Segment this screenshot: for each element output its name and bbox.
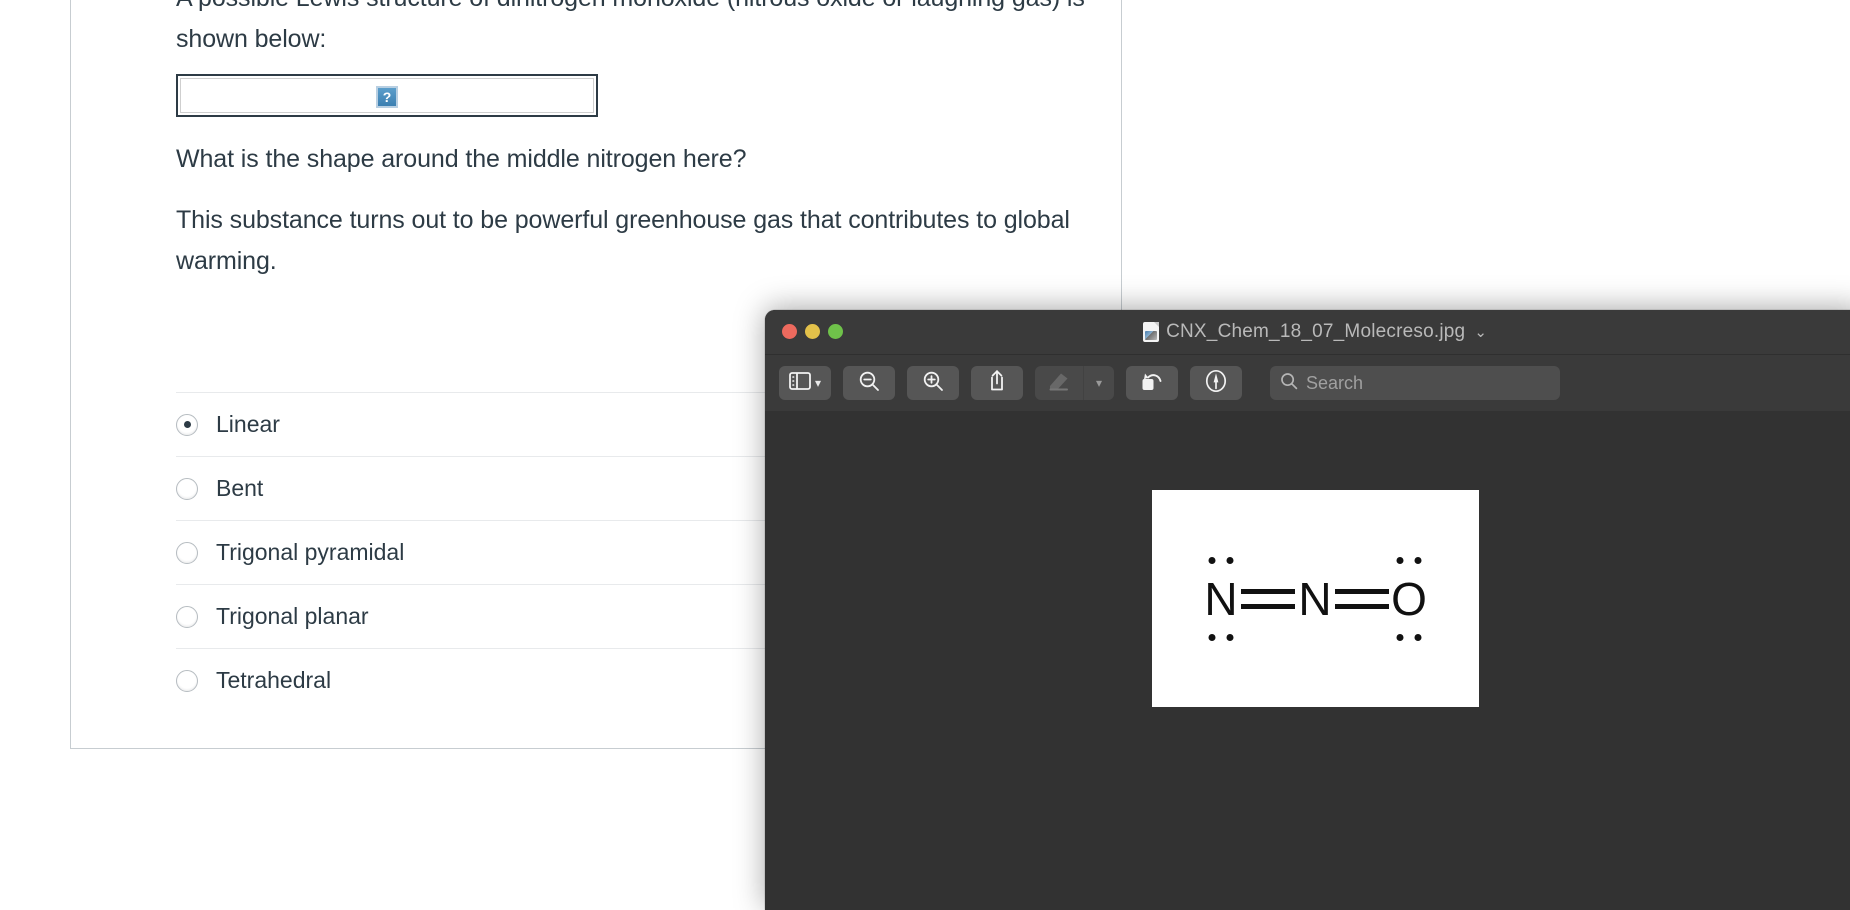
window-title-text: CNX_Chem_18_07_Molecreso.jpg [1166,321,1466,342]
atom-symbol: N [1298,572,1332,625]
atom-symbol: N [1204,572,1238,625]
lone-pair-bottom-left-n [1208,633,1234,641]
double-bond-left [1241,588,1295,609]
maximize-window-button[interactable] [828,324,843,339]
search-field[interactable]: Search [1270,366,1561,400]
close-window-button[interactable] [782,324,797,339]
document-file-icon [1143,322,1160,342]
radio-button-tetrahedral[interactable] [176,669,198,692]
lone-pair-bottom-oxygen [1396,633,1422,641]
search-placeholder-text: Search [1306,372,1364,393]
question-body: A possible Lewis structure of dinitrogen… [176,0,1161,302]
broken-image-inner-frame: ? [180,78,594,113]
radio-button-trigonal-pyramidal[interactable] [176,541,198,564]
electron-dot [1226,556,1234,564]
sidebar-icon [789,371,811,395]
atom-symbol: O [1391,572,1427,625]
answer-label: Bent [216,475,264,501]
electron-dot [1414,556,1422,564]
lone-pair-top-left-n [1208,556,1234,564]
window-title-group: CNX_Chem_18_07_Molecreso.jpg ⌄ [765,310,1850,354]
search-icon [1280,372,1298,395]
electron-dot [1208,633,1216,641]
window-traffic-lights [782,324,843,339]
preview-toolbar: ▾ ▾ Search [765,355,1850,412]
rotate-button[interactable] [1126,366,1179,400]
minimize-window-button[interactable] [805,324,820,339]
broken-image-placeholder[interactable]: ? [176,74,598,117]
zoom-in-button[interactable] [907,366,959,400]
electron-dot [1396,556,1404,564]
preview-app-window[interactable]: CNX_Chem_18_07_Molecreso.jpg ⌄ ▾ ▾ Searc… [765,310,1850,910]
sidebar-toggle-button[interactable]: ▾ [779,366,831,400]
lone-pair-top-oxygen [1396,556,1422,564]
atom-oxygen-right: O [1391,556,1427,641]
electron-dot [1396,633,1404,641]
highlighter-button[interactable] [1035,366,1083,400]
radio-button-bent[interactable] [176,477,198,500]
zoom-out-icon [858,370,880,397]
annotate-pen-icon [1204,369,1228,398]
electron-dot [1414,633,1422,641]
answer-label: Linear [216,411,280,437]
atom-nitrogen-middle: N [1297,576,1333,622]
chevron-down-icon: ▾ [814,376,822,390]
chevron-down-icon[interactable]: ⌄ [1474,323,1487,341]
rotate-left-icon [1140,370,1164,397]
question-prompt-paragraph: A possible Lewis structure of dinitrogen… [176,0,1085,53]
highlighter-icon [1047,371,1071,396]
annotate-button[interactable] [1190,366,1243,400]
answer-label: Trigonal planar [216,603,369,629]
share-icon [987,369,1007,397]
lewis-structure-drawing: N N O [1152,490,1479,707]
zoom-out-button[interactable] [843,366,895,400]
markup-tools-group[interactable]: ▾ [1035,366,1115,400]
radio-button-trigonal-planar[interactable] [176,605,198,628]
share-button[interactable] [971,366,1023,400]
zoom-in-icon [922,370,944,397]
answer-label: Tetrahedral [216,667,332,693]
double-bond-right [1335,588,1389,609]
lewis-structure-image: N N O [1151,490,1479,707]
markup-dropdown-button[interactable]: ▾ [1083,366,1114,400]
atom-nitrogen-left: N [1203,556,1239,641]
question-note-paragraph: This substance turns out to be powerful … [176,206,1070,275]
chevron-down-icon: ▾ [1096,376,1103,390]
missing-image-icon: ? [376,85,398,108]
radio-button-linear[interactable] [176,413,198,436]
preview-document-canvas[interactable]: N N O [765,411,1850,910]
electron-dot [1226,633,1234,641]
electron-dot [1208,556,1216,564]
answer-label: Trigonal pyramidal [216,539,405,565]
question-shape-paragraph: What is the shape around the middle nitr… [176,145,747,173]
window-titlebar[interactable]: CNX_Chem_18_07_Molecreso.jpg ⌄ [765,310,1850,355]
